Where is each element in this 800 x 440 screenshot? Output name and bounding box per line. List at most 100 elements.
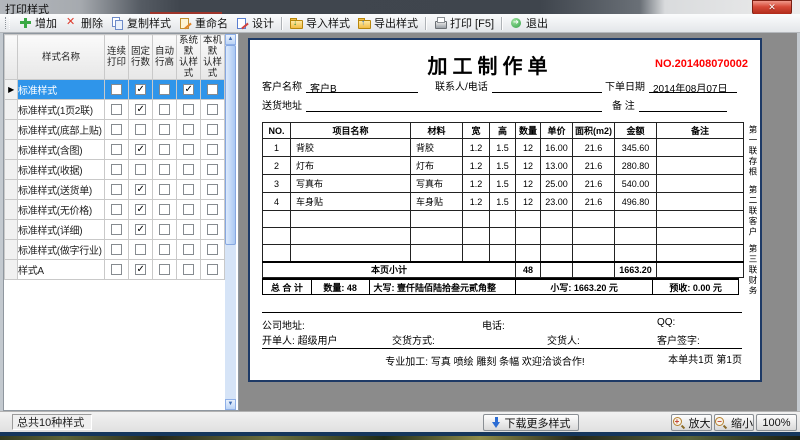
style-flag-cell[interactable] xyxy=(129,200,153,220)
style-flag-cell[interactable] xyxy=(153,260,177,280)
style-flag-cell[interactable] xyxy=(105,140,129,160)
style-flag-cell[interactable] xyxy=(153,100,177,120)
zoom-out-button[interactable]: 缩小 xyxy=(714,414,754,431)
style-flag-cell[interactable] xyxy=(153,140,177,160)
style-row[interactable]: 标准样式(收据) xyxy=(5,160,225,180)
style-row[interactable]: 标准样式(含图) xyxy=(5,140,225,160)
design-button[interactable]: 设计 xyxy=(232,15,278,31)
style-flag-cell[interactable] xyxy=(201,180,225,200)
print-button[interactable]: 打印 [F5] xyxy=(430,15,498,31)
style-list-scrollbar[interactable]: ▲ ▼ xyxy=(225,34,236,410)
style-flag-cell[interactable] xyxy=(201,240,225,260)
style-flag-cell[interactable] xyxy=(201,260,225,280)
checkbox-unchecked-icon[interactable] xyxy=(159,224,170,235)
style-row[interactable]: 标准样式(底部上贴) xyxy=(5,120,225,140)
style-flag-cell[interactable] xyxy=(177,80,201,100)
checkbox-unchecked-icon[interactable] xyxy=(183,164,194,175)
checkbox-unchecked-icon[interactable] xyxy=(111,264,122,275)
style-flag-cell[interactable] xyxy=(177,160,201,180)
style-flag-cell[interactable] xyxy=(153,200,177,220)
style-flag-cell[interactable] xyxy=(105,80,129,100)
style-row[interactable]: 标准样式(送货单) xyxy=(5,180,225,200)
style-flag-cell[interactable] xyxy=(129,80,153,100)
zoom-level-button[interactable]: 100% xyxy=(756,414,797,431)
style-name-cell[interactable]: 标准样式(底部上贴) xyxy=(18,120,105,140)
exit-button[interactable]: 退出 xyxy=(506,15,552,31)
style-row[interactable]: 标准样式(做字行业) xyxy=(5,240,225,260)
style-flag-cell[interactable] xyxy=(201,140,225,160)
style-flag-cell[interactable] xyxy=(153,240,177,260)
checkbox-unchecked-icon[interactable] xyxy=(183,244,194,255)
style-flag-cell[interactable] xyxy=(105,180,129,200)
checkbox-unchecked-icon[interactable] xyxy=(159,144,170,155)
style-name-cell[interactable]: 标准样式(无价格) xyxy=(18,200,105,220)
checkbox-unchecked-icon[interactable] xyxy=(111,204,122,215)
style-column-header[interactable]: 自动 行高 xyxy=(153,35,177,80)
checkbox-checked-icon[interactable] xyxy=(183,84,194,95)
style-flag-cell[interactable] xyxy=(129,160,153,180)
style-flag-cell[interactable] xyxy=(201,120,225,140)
style-name-cell[interactable]: 标准样式 xyxy=(18,80,105,100)
style-name-cell[interactable]: 标准样式(含图) xyxy=(18,140,105,160)
checkbox-unchecked-icon[interactable] xyxy=(207,224,218,235)
style-flag-cell[interactable] xyxy=(177,140,201,160)
style-flag-cell[interactable] xyxy=(153,180,177,200)
style-name-cell[interactable]: 标准样式(1页2联) xyxy=(18,100,105,120)
import-style-button[interactable]: ↓导入样式 xyxy=(286,15,354,31)
checkbox-unchecked-icon[interactable] xyxy=(207,164,218,175)
style-flag-cell[interactable] xyxy=(105,160,129,180)
checkbox-unchecked-icon[interactable] xyxy=(207,84,218,95)
export-style-button[interactable]: ↑导出样式 xyxy=(354,15,422,31)
checkbox-checked-icon[interactable] xyxy=(135,104,146,115)
style-flag-cell[interactable] xyxy=(153,80,177,100)
checkbox-unchecked-icon[interactable] xyxy=(111,104,122,115)
checkbox-unchecked-icon[interactable] xyxy=(183,264,194,275)
checkbox-unchecked-icon[interactable] xyxy=(207,204,218,215)
checkbox-unchecked-icon[interactable] xyxy=(111,84,122,95)
copy-style-button[interactable]: 复制样式 xyxy=(107,15,175,31)
checkbox-checked-icon[interactable] xyxy=(135,184,146,195)
checkbox-checked-icon[interactable] xyxy=(135,144,146,155)
checkbox-unchecked-icon[interactable] xyxy=(159,204,170,215)
style-row[interactable]: 标准样式(无价格) xyxy=(5,200,225,220)
style-flag-cell[interactable] xyxy=(201,220,225,240)
checkbox-unchecked-icon[interactable] xyxy=(207,264,218,275)
rename-button[interactable]: 重命名 xyxy=(175,15,232,31)
checkbox-unchecked-icon[interactable] xyxy=(207,184,218,195)
style-name-cell[interactable]: 标准样式(收据) xyxy=(18,160,105,180)
checkbox-unchecked-icon[interactable] xyxy=(111,164,122,175)
checkbox-unchecked-icon[interactable] xyxy=(183,104,194,115)
style-column-header[interactable]: 固定 行数 xyxy=(129,35,153,80)
style-name-cell[interactable]: 标准样式(详细) xyxy=(18,220,105,240)
checkbox-unchecked-icon[interactable] xyxy=(159,244,170,255)
style-flag-cell[interactable] xyxy=(177,200,201,220)
style-flag-cell[interactable] xyxy=(105,260,129,280)
checkbox-checked-icon[interactable] xyxy=(135,204,146,215)
style-row[interactable]: 标准样式(详细) xyxy=(5,220,225,240)
checkbox-unchecked-icon[interactable] xyxy=(135,124,146,135)
style-column-header[interactable]: 连续 打印 xyxy=(105,35,129,80)
style-row[interactable]: 样式A xyxy=(5,260,225,280)
checkbox-unchecked-icon[interactable] xyxy=(183,144,194,155)
style-flag-cell[interactable] xyxy=(129,100,153,120)
checkbox-unchecked-icon[interactable] xyxy=(111,184,122,195)
scroll-down-icon[interactable]: ▼ xyxy=(225,399,236,410)
checkbox-unchecked-icon[interactable] xyxy=(207,104,218,115)
checkbox-unchecked-icon[interactable] xyxy=(111,244,122,255)
add-button[interactable]: 增加 xyxy=(15,15,61,31)
style-flag-cell[interactable] xyxy=(201,80,225,100)
checkbox-unchecked-icon[interactable] xyxy=(207,124,218,135)
checkbox-unchecked-icon[interactable] xyxy=(159,104,170,115)
download-more-styles-button[interactable]: 下载更多样式 xyxy=(483,414,579,431)
style-flag-cell[interactable] xyxy=(177,100,201,120)
style-flag-cell[interactable] xyxy=(105,220,129,240)
checkbox-unchecked-icon[interactable] xyxy=(159,84,170,95)
checkbox-unchecked-icon[interactable] xyxy=(183,204,194,215)
checkbox-unchecked-icon[interactable] xyxy=(159,124,170,135)
style-column-header[interactable]: 样式名称 xyxy=(18,35,105,80)
style-column-header[interactable]: 本机默 认样式 xyxy=(201,35,225,80)
style-flag-cell[interactable] xyxy=(177,260,201,280)
checkbox-unchecked-icon[interactable] xyxy=(135,244,146,255)
style-flag-cell[interactable] xyxy=(153,220,177,240)
style-row[interactable]: ▶标准样式 xyxy=(5,80,225,100)
